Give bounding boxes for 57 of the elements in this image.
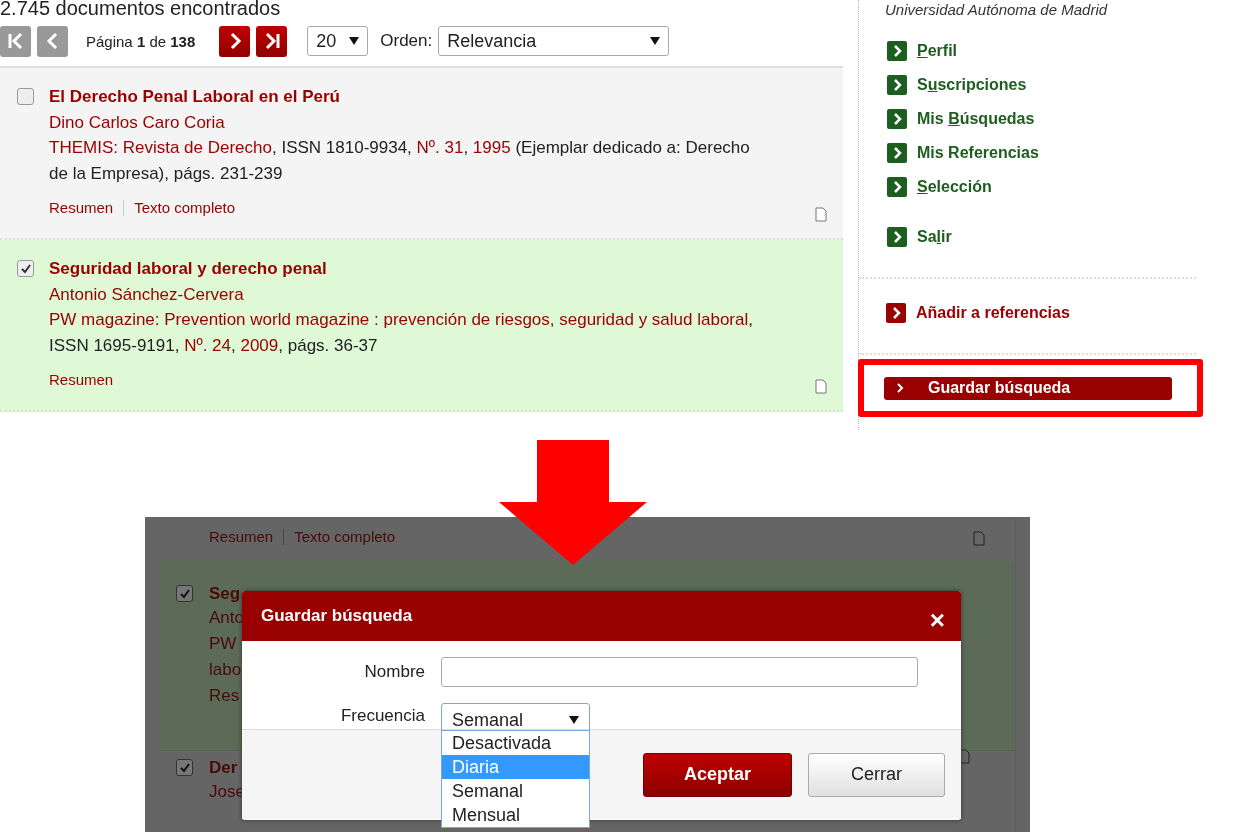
obscured-text: Seg (209, 583, 241, 605)
name-input-field[interactable] (441, 657, 918, 687)
next-page-button[interactable] (219, 25, 251, 57)
result-title-link[interactable]: Seguridad laboral y derecho penal (49, 258, 761, 280)
obscured-text: PW (209, 633, 237, 655)
source-text: PW magazine: Prevention world magazine : prevención de riesgos, seguridad y salud laboral, ISSN 1695-9191, Nº. 24, 2009, págs. 36-37 (49, 309, 754, 357)
order-label: Orden: (380, 31, 433, 51)
chevron-icon (886, 303, 906, 323)
page-indicator: Página 1 de 138 (86, 32, 196, 50)
close-dialog-button[interactable]: Cerrar (808, 752, 945, 797)
field-label: Nombre (363, 662, 425, 682)
field-label: Frecuencia (339, 706, 425, 726)
document-icon[interactable] (815, 207, 827, 222)
chevron-icon (887, 143, 907, 163)
result-title-link[interactable]: El Derecho Penal Laboral en el Perú (49, 86, 761, 108)
chevron-icon (887, 109, 907, 129)
result-action-link[interactable]: Resumen (49, 371, 114, 388)
obscured-text: labo (209, 659, 242, 681)
caret-icon (569, 716, 579, 724)
result-action-link[interactable]: Texto completo (134, 199, 236, 216)
menu-link[interactable]: Perfil (917, 42, 957, 60)
chevron-icon (887, 75, 907, 95)
result-action-link[interactable]: Resumen (49, 199, 114, 216)
document-icon[interactable] (815, 379, 827, 394)
document-icon (973, 531, 985, 546)
close-button[interactable]: × (929, 607, 945, 633)
last-page-button[interactable] (256, 25, 288, 57)
result-checkbox[interactable] (17, 260, 34, 277)
accept-button[interactable]: Aceptar (643, 752, 792, 797)
add-to-references-link[interactable]: Añadir a referencias (916, 304, 1070, 322)
obscured-text: Anto (209, 607, 244, 629)
caret-icon (349, 37, 360, 45)
dropdown-option[interactable]: Semanal (442, 779, 589, 803)
menu-link[interactable]: Salir (917, 228, 952, 246)
down-arrow-icon (499, 440, 647, 565)
chevron-icon (896, 382, 906, 394)
menu-link[interactable]: Selección (917, 178, 992, 196)
results-count: 2.745 documentos encontrados (0, 0, 282, 21)
dropdown-option[interactable]: Mensual (442, 803, 589, 827)
dialog-title: Guardar búsqueda (261, 606, 413, 626)
menu-link[interactable]: Mis Búsquedas (917, 110, 1035, 128)
source-text: THEMIS: Revista de Derecho, ISSN 1810-9934, Nº. 31, 1995 (Ejemplar dedicado a: Derecho de la Empresa), págs. 231-239 (49, 137, 751, 185)
result-checkbox[interactable] (17, 88, 34, 105)
obscured-text: Res (209, 685, 240, 707)
chevron-icon (887, 227, 907, 247)
obscured-text: Der (209, 757, 238, 779)
author-link[interactable]: Antonio Sánchez-Cervera (49, 283, 761, 307)
chevron-icon (887, 41, 907, 61)
menu-link[interactable]: Mis Referencias (917, 144, 1039, 162)
chevron-icon (887, 177, 907, 197)
caret-icon (650, 37, 661, 45)
per-page-select[interactable]: 20 (307, 26, 369, 56)
menu-link[interactable]: Suscripciones (917, 76, 1027, 94)
author-link[interactable]: Dino Carlos Caro Coria (49, 111, 761, 135)
order-select[interactable]: Relevancia (438, 26, 670, 56)
save-search-button[interactable]: Guardar búsqueda (884, 376, 1172, 400)
university-name: Universidad Autónoma de Madrid (885, 1, 1109, 18)
